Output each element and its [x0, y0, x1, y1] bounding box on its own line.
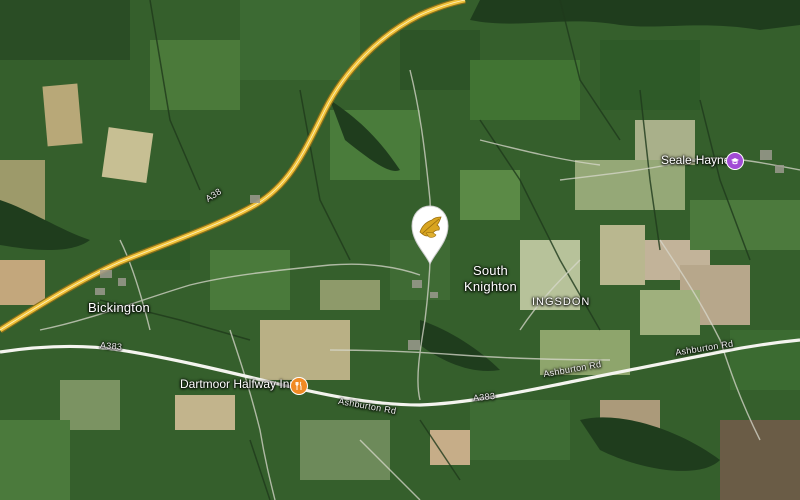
poi-label-seale-hayne[interactable]: Seale-Hayne — [661, 153, 730, 167]
satellite-imagery — [0, 0, 800, 500]
a383-road-label-west: A383 — [99, 340, 123, 352]
map-view[interactable]: A38 A383 A383 Ashburton Rd Ashburton Rd … — [0, 0, 800, 500]
university-icon[interactable] — [726, 152, 744, 170]
place-label-bickington[interactable]: Bickington — [88, 300, 150, 315]
poi-label-dartmoor-halfway-inn[interactable]: Dartmoor Halfway Inn — [180, 377, 296, 391]
location-marker-pin[interactable] — [408, 202, 452, 266]
place-label-south-knighton[interactable]: South Knighton — [464, 263, 517, 295]
place-label-south-knighton-line2: Knighton — [464, 279, 517, 294]
place-label-ingsdon[interactable]: INGSDON — [532, 296, 590, 308]
place-label-south-knighton-line1: South — [472, 263, 508, 278]
restaurant-icon[interactable] — [290, 377, 308, 395]
